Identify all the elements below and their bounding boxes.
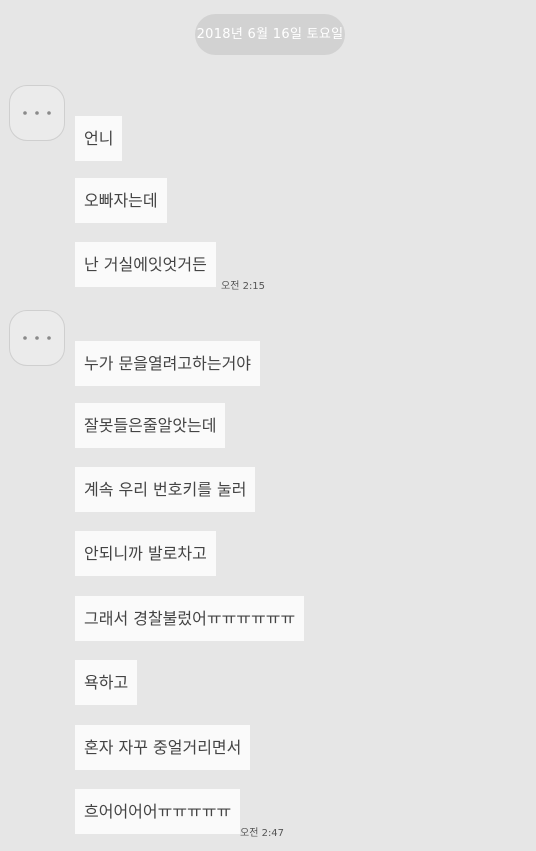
message-bubble[interactable]: 혼자 자꾸 중얼거리면서 — [75, 725, 251, 770]
message-bubble[interactable]: 안되니까 발로차고 — [75, 531, 216, 576]
message-bubble[interactable]: 흐어어어어ㅠㅠㅠㅠㅠ — [75, 789, 241, 834]
message-bubble[interactable]: 잘못들은줄알앗는데 — [75, 403, 226, 448]
message-bubble[interactable]: 그래서 경찰불렀어ㅠㅠㅠㅠㅠㅠ — [75, 596, 305, 641]
message-bubble[interactable]: 욕하고 — [75, 660, 138, 705]
date-divider: 2018년 6월 16일 토요일 — [195, 14, 345, 55]
message-timestamp: 오전 2:47 — [240, 828, 285, 839]
more-dots-icon — [23, 336, 51, 340]
more-dots-icon — [23, 111, 51, 115]
message-bubble[interactable]: 누가 문을열려고하는거야 — [75, 341, 261, 386]
message-bubble[interactable]: 난 거실에잇엇거든 — [75, 242, 216, 287]
message-timestamp: 오전 2:15 — [221, 281, 266, 292]
message-bubble[interactable]: 언니 — [75, 116, 123, 161]
message-bubble[interactable]: 오빠자는데 — [75, 178, 167, 223]
message-bubble[interactable]: 계속 우리 번호키를 눌러 — [75, 467, 256, 512]
profile-avatar[interactable] — [9, 310, 65, 366]
profile-avatar[interactable] — [9, 85, 65, 141]
